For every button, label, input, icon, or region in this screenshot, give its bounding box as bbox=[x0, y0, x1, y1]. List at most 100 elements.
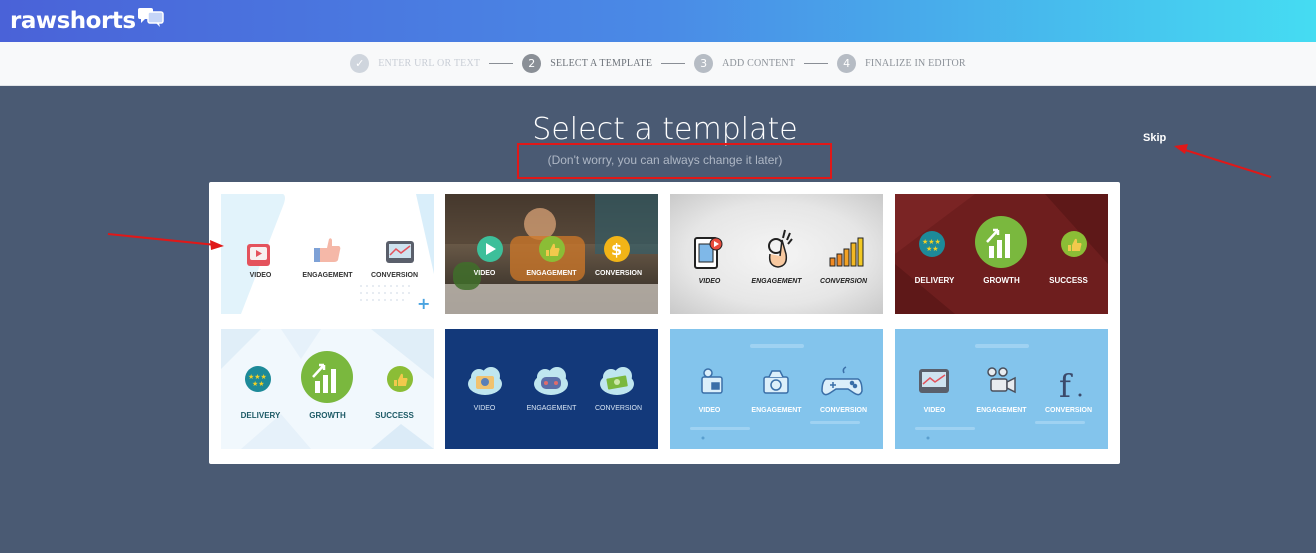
svg-text:f: f bbox=[1059, 367, 1073, 405]
template-label: ENGAGEMENT bbox=[751, 278, 802, 285]
growth-chart-icon bbox=[975, 216, 1027, 268]
template-label: CONVERSION bbox=[819, 278, 868, 285]
card-6-labels: VIDEO ENGAGEMENT CONVERSION bbox=[445, 405, 658, 412]
film-strip-icon bbox=[694, 237, 723, 269]
chart-screen-icon bbox=[386, 241, 414, 263]
card-8-background: f bbox=[915, 344, 1085, 440]
template-label: CONVERSION bbox=[594, 405, 643, 412]
template-label: GROWTH bbox=[983, 276, 1020, 285]
card-1-background: + bbox=[221, 194, 434, 314]
template-label: SUCCESS bbox=[375, 411, 414, 420]
card-3-labels: VIDEO ENGAGEMENT CONVERSION bbox=[670, 278, 883, 285]
template-label: DELIVERY bbox=[240, 411, 281, 420]
step-separator bbox=[661, 63, 686, 64]
ok-hand-icon bbox=[768, 229, 793, 268]
step-enter-url[interactable]: ✓ ENTER URL OR TEXT bbox=[350, 54, 480, 73]
template-label: VIDEO bbox=[473, 270, 496, 277]
svg-text:★★: ★★ bbox=[926, 245, 939, 253]
step-separator bbox=[489, 63, 514, 64]
facebook-icon: f bbox=[1059, 367, 1082, 405]
template-label: CONVERSION bbox=[370, 272, 419, 279]
growth-chart-icon bbox=[301, 351, 353, 403]
projector-icon bbox=[701, 368, 723, 394]
step-2-number: 2 bbox=[522, 54, 542, 73]
brand-logo[interactable]: rawshorts bbox=[10, 6, 165, 36]
template-label: CONVERSION bbox=[594, 270, 643, 277]
svg-text:$: $ bbox=[611, 240, 622, 259]
svg-text:★★: ★★ bbox=[252, 380, 265, 388]
template-grid: + VIDEO ENGAGEMENT CONVERSION $ VIDEO EN… bbox=[209, 182, 1120, 464]
template-label: VIDEO bbox=[473, 405, 496, 412]
chart-screen-icon bbox=[919, 369, 949, 393]
template-label: GROWTH bbox=[309, 411, 346, 420]
thumbs-up-circle-icon bbox=[1061, 231, 1087, 257]
card-4-background: ★★★ ★★ bbox=[895, 194, 1108, 314]
thumbs-up-icon bbox=[314, 238, 341, 262]
card-2-photo-background: $ bbox=[445, 194, 658, 314]
top-header: rawshorts bbox=[0, 0, 1316, 42]
card-2-labels: VIDEO ENGAGEMENT CONVERSION bbox=[445, 270, 658, 277]
template-card-7[interactable]: VIDEO ENGAGEMENT CONVERSION bbox=[670, 329, 883, 449]
template-card-4[interactable]: ★★★ ★★ DELIVERY GROWTH SUCCESS bbox=[895, 194, 1108, 314]
step-finalize[interactable]: 4 FINALIZE IN EDITOR bbox=[837, 54, 966, 73]
template-label: ENGAGEMENT bbox=[526, 405, 577, 412]
annotation-highlight-box bbox=[517, 143, 832, 179]
video-camera-icon bbox=[987, 367, 1016, 394]
play-button-icon bbox=[247, 244, 270, 266]
stars-circle-icon: ★★★ ★★ bbox=[919, 231, 945, 257]
svg-text:+: + bbox=[417, 294, 430, 313]
template-label: ENGAGEMENT bbox=[976, 407, 1027, 414]
template-label: ENGAGEMENT bbox=[302, 272, 353, 279]
step-3-label: ADD CONTENT bbox=[722, 58, 796, 69]
camera-icon bbox=[763, 370, 789, 394]
template-card-3[interactable]: VIDEO ENGAGEMENT CONVERSION bbox=[670, 194, 883, 314]
card-5-background: ★★★ ★★ bbox=[221, 329, 434, 449]
step-1-label: ENTER URL OR TEXT bbox=[378, 58, 481, 69]
template-label: ENGAGEMENT bbox=[526, 270, 577, 277]
annotation-arrow-left bbox=[107, 233, 224, 250]
bar-chart-icon bbox=[829, 237, 864, 267]
stars-circle-icon: ★★★ ★★ bbox=[245, 366, 271, 392]
cloud-gamepad-icon bbox=[534, 367, 568, 395]
template-label: VIDEO bbox=[698, 278, 721, 285]
dollar-circle-icon: $ bbox=[604, 236, 630, 262]
card-3-background bbox=[694, 229, 864, 269]
template-card-5[interactable]: ★★★ ★★ DELIVERY GROWTH SUCCESS bbox=[221, 329, 434, 449]
card-7-background bbox=[690, 344, 863, 440]
template-card-2[interactable]: $ VIDEO ENGAGEMENT CONVERSION bbox=[445, 194, 658, 314]
step-3-number: 3 bbox=[694, 54, 714, 73]
thumbs-up-circle-icon bbox=[387, 366, 413, 392]
progress-stepper: ✓ ENTER URL OR TEXT 2 SELECT A TEMPLATE … bbox=[0, 42, 1316, 86]
step-add-content[interactable]: 3 ADD CONTENT bbox=[694, 54, 795, 73]
card-1-labels: VIDEO ENGAGEMENT CONVERSION bbox=[221, 272, 434, 279]
cloud-money-icon bbox=[600, 367, 634, 395]
card-6-background bbox=[468, 367, 634, 395]
skip-link[interactable]: Skip bbox=[1143, 132, 1166, 144]
card-5-labels: DELIVERY GROWTH SUCCESS bbox=[221, 411, 434, 420]
thumbs-up-circle-icon bbox=[539, 236, 565, 262]
template-label: ENGAGEMENT bbox=[751, 407, 802, 414]
step-2-label: SELECT A TEMPLATE bbox=[550, 58, 653, 69]
template-label: VIDEO bbox=[923, 407, 946, 414]
template-label: VIDEO bbox=[698, 407, 721, 414]
cloud-camera-icon bbox=[468, 367, 502, 395]
step-4-number: 4 bbox=[837, 54, 857, 73]
template-label: VIDEO bbox=[249, 272, 272, 279]
step-separator bbox=[804, 63, 829, 64]
card-4-labels: DELIVERY GROWTH SUCCESS bbox=[895, 276, 1108, 285]
brand-name: rawshorts bbox=[10, 8, 136, 34]
page-title: Select a template bbox=[532, 112, 798, 147]
template-label: SUCCESS bbox=[1049, 276, 1088, 285]
card-7-labels: VIDEO ENGAGEMENT CONVERSION bbox=[670, 407, 883, 414]
template-label: DELIVERY bbox=[914, 276, 955, 285]
card-8-labels: VIDEO ENGAGEMENT CONVERSION bbox=[895, 407, 1108, 414]
chat-bubbles-icon bbox=[137, 8, 164, 27]
template-card-6[interactable]: VIDEO ENGAGEMENT CONVERSION bbox=[445, 329, 658, 449]
template-card-8[interactable]: f VIDEO ENGAGEMENT CONVERSION bbox=[895, 329, 1108, 449]
step-4-label: FINALIZE IN EDITOR bbox=[865, 58, 966, 69]
step-1-check-icon: ✓ bbox=[350, 54, 370, 73]
step-select-template[interactable]: 2 SELECT A TEMPLATE bbox=[522, 54, 652, 73]
template-card-1[interactable]: + VIDEO ENGAGEMENT CONVERSION bbox=[221, 194, 434, 314]
template-label: CONVERSION bbox=[1044, 407, 1093, 414]
gamepad-icon bbox=[821, 366, 863, 396]
